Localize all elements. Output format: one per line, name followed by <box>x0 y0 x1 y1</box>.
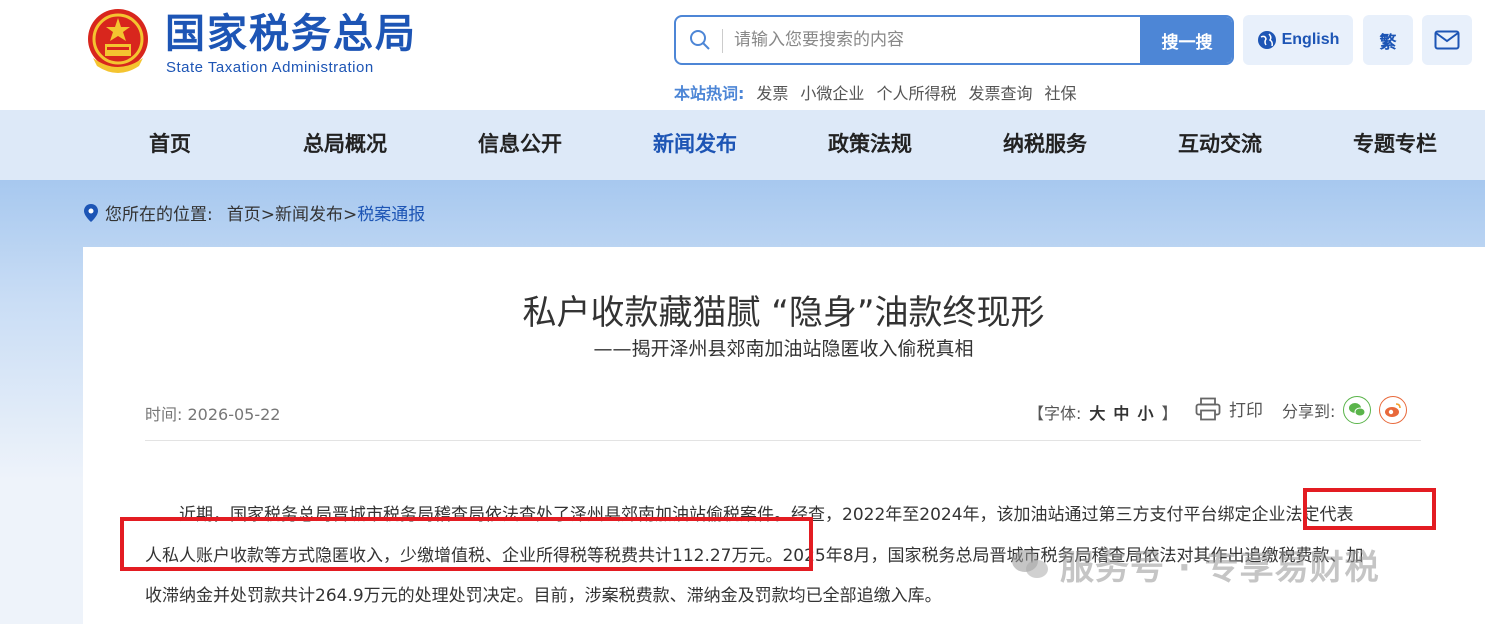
english-version-button[interactable]: English <box>1243 15 1353 65</box>
hot-word-link[interactable]: 个人所得税 <box>876 80 956 104</box>
nav-item-overview[interactable]: 总局概况 <box>265 110 425 180</box>
search-separator <box>722 29 723 53</box>
nav-item-news[interactable]: 新闻发布 <box>615 110 775 180</box>
publish-time-label: 时间: <box>145 405 183 424</box>
wechat-share-icon[interactable] <box>1343 396 1372 424</box>
share-label: 分享到: <box>1282 402 1336 421</box>
nav-item-service[interactable]: 纳税服务 <box>965 110 1125 180</box>
globe-icon <box>1257 31 1276 49</box>
breadcrumb-home[interactable]: 首页 <box>227 205 261 225</box>
breadcrumb-separator: > <box>260 205 275 225</box>
highlight-box <box>120 517 813 571</box>
highlight-box <box>1303 488 1436 530</box>
article-title: 私户收款藏猫腻 “隐身”油款终现形 <box>522 293 1045 333</box>
wechat-watermark-icon <box>1012 549 1048 578</box>
site-logo-title[interactable]: 国家税务总局 <box>165 10 417 58</box>
publish-time: 时间: 2026-05-22 <box>145 401 280 425</box>
site-logo-subtitle[interactable]: State Taxation Administration <box>166 59 374 76</box>
english-label: English <box>1281 31 1340 48</box>
mail-icon <box>1434 30 1460 50</box>
traditional-chinese-button[interactable]: 繁 <box>1363 15 1413 65</box>
search-icon <box>690 30 710 50</box>
search-button[interactable]: 搜一搜 <box>1140 17 1232 63</box>
printer-icon <box>1195 397 1221 420</box>
font-size-label: 【字体: <box>1028 404 1082 423</box>
breadcrumb-section[interactable]: 新闻发布 <box>275 205 343 225</box>
font-medium-button[interactable]: 中 <box>1113 400 1129 424</box>
watermark-text: 服务号 · 专享易财税 <box>1060 548 1380 588</box>
search-box: 搜一搜 <box>674 15 1234 65</box>
nav-item-home[interactable]: 首页 <box>90 110 250 180</box>
print-button[interactable]: 打印 <box>1195 396 1263 421</box>
search-input[interactable] <box>734 25 1134 55</box>
nav-item-policy[interactable]: 政策法规 <box>790 110 950 180</box>
main-nav: 首页 总局概况 信息公开 新闻发布 政策法规 纳税服务 互动交流 专题专栏 <box>0 110 1485 180</box>
font-large-button[interactable]: 大 <box>1089 400 1105 424</box>
font-size-close: 】 <box>1161 404 1178 423</box>
nav-item-interaction[interactable]: 互动交流 <box>1140 110 1300 180</box>
print-label: 打印 <box>1229 401 1263 421</box>
nav-item-info[interactable]: 信息公开 <box>440 110 600 180</box>
hot-words-label: 本站热词: <box>674 84 745 103</box>
hot-word-link[interactable]: 发票查询 <box>968 80 1032 104</box>
font-size-control: 【字体: 大 中 小 】 <box>1028 400 1177 424</box>
nav-item-topics[interactable]: 专题专栏 <box>1315 110 1475 180</box>
hot-word-link[interactable]: 社保 <box>1044 80 1076 104</box>
breadcrumb-label: 您所在的位置: <box>105 205 213 225</box>
breadcrumb-separator: > <box>342 205 358 225</box>
watermark: 服务号 · 专享易财税 <box>1010 540 1380 589</box>
hot-words: 本站热词: 发票 小微企业 个人所得税 发票查询 社保 <box>674 80 1076 104</box>
hot-word-link[interactable]: 发票 <box>756 80 788 104</box>
location-pin-icon <box>84 203 98 222</box>
mail-button[interactable] <box>1422 15 1472 65</box>
font-small-button[interactable]: 小 <box>1137 400 1153 424</box>
article-subtitle: ——揭开泽州县郊南加油站隐匿收入偷税真相 <box>593 338 974 360</box>
meta-divider <box>145 440 1421 441</box>
breadcrumb: 您所在的位置: 首页>新闻发布>税案通报 <box>83 200 425 225</box>
article-paragraph-line: 收滞纳金并处罚款共计264.9万元的处理处罚决定。目前，涉案税费款、滞纳金及罚款… <box>145 586 942 606</box>
breadcrumb-current[interactable]: 税案通报 <box>357 205 425 225</box>
publish-time-value: 2026-05-22 <box>187 405 281 424</box>
hot-word-link[interactable]: 小微企业 <box>800 80 864 104</box>
weibo-share-icon[interactable] <box>1379 396 1408 424</box>
national-emblem-logo[interactable] <box>83 6 153 76</box>
share-bar: 分享到: <box>1282 396 1408 424</box>
